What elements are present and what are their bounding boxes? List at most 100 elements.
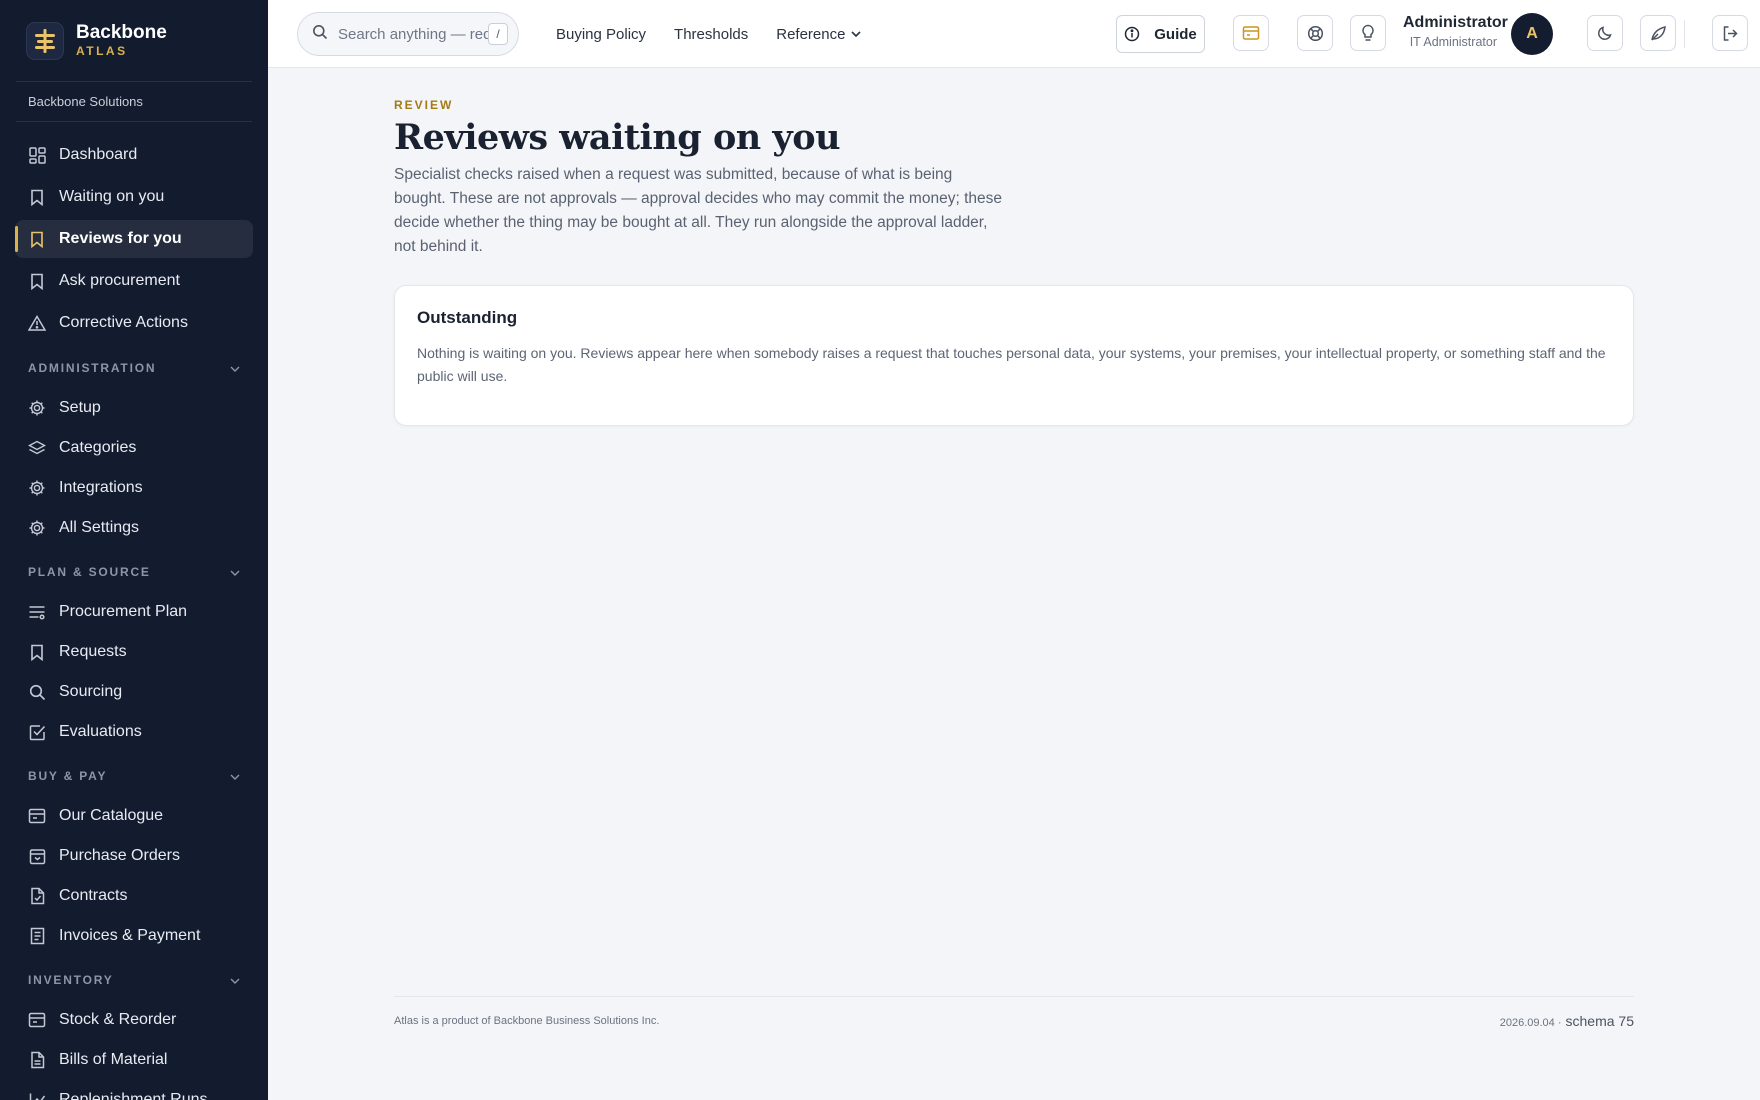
- sidebar-item-label: Purchase Orders: [59, 847, 180, 864]
- help-button[interactable]: [1297, 15, 1333, 51]
- sidebar-item-sourcing[interactable]: Sourcing: [15, 674, 253, 710]
- gear-icon: [28, 399, 46, 417]
- section-administration[interactable]: ADMINISTRATION: [15, 346, 253, 390]
- sidebar-item-all-settings[interactable]: All Settings: [15, 510, 253, 546]
- bookmark-icon: [28, 230, 46, 248]
- section-title: BUY & PAY: [28, 769, 108, 783]
- sidebar-item-label: Corrective Actions: [59, 314, 188, 331]
- section-inventory[interactable]: INVENTORY: [15, 958, 253, 1002]
- feedback-button[interactable]: [1640, 15, 1676, 51]
- sidebar-item-corrective-actions[interactable]: Corrective Actions: [15, 304, 253, 342]
- section-title: INVENTORY: [28, 973, 114, 987]
- card-title: Outstanding: [417, 308, 518, 327]
- search-placeholder: Search anything — req: [338, 25, 488, 43]
- section-plan-and-source[interactable]: PLAN & SOURCE: [15, 550, 253, 594]
- sidebar-item-stock-and-reorder[interactable]: Stock & Reorder: [15, 1002, 253, 1038]
- sidebar-item-label: Replenishment Runs: [59, 1091, 208, 1100]
- brand-name: Backbone: [76, 22, 167, 43]
- sidebar-item-waiting-on-you[interactable]: Waiting on you: [15, 178, 253, 216]
- gear-icon: [28, 479, 46, 497]
- chevron-down-icon: [851, 31, 862, 37]
- sidebar-item-label: Waiting on you: [59, 188, 165, 205]
- schema-version: schema 75: [1565, 1013, 1634, 1029]
- sidebar-item-label: Procurement Plan: [59, 603, 188, 620]
- brand[interactable]: Backbone ATLAS: [16, 0, 252, 82]
- sidebar-item-purchase-orders[interactable]: Purchase Orders: [15, 838, 253, 874]
- search-icon: [28, 683, 46, 701]
- sidebar-item-invoices-and-payment[interactable]: Invoices & Payment: [15, 918, 253, 954]
- order-box-icon: [28, 847, 46, 865]
- bookmark-icon: [28, 188, 46, 206]
- theme-toggle-button[interactable]: [1587, 15, 1623, 51]
- search-input[interactable]: Search anything — req /: [297, 12, 519, 56]
- moon-icon: [1597, 25, 1613, 41]
- nav-link-thresholds[interactable]: Thresholds: [674, 26, 748, 43]
- wallet-button[interactable]: [1233, 15, 1269, 51]
- sidebar-item-label: Our Catalogue: [59, 807, 164, 824]
- sidebar-item-label: Integrations: [59, 479, 143, 496]
- nav-link-buying-policy[interactable]: Buying Policy: [556, 26, 646, 43]
- dashboard-icon: [28, 146, 46, 164]
- user-info[interactable]: Administrator IT Administrator: [1403, 14, 1508, 49]
- organization-name[interactable]: Backbone Solutions: [16, 82, 252, 122]
- page-eyebrow: REVIEW: [394, 98, 454, 112]
- sidebar-item-requests[interactable]: Requests: [15, 634, 253, 670]
- sidebar-item-replenishment-runs[interactable]: Replenishment Runs: [15, 1082, 253, 1100]
- sidebar-item-dashboard[interactable]: Dashboard: [15, 136, 253, 174]
- sidebar-item-setup[interactable]: Setup: [15, 390, 253, 426]
- lifebuoy-icon: [1307, 25, 1324, 42]
- chart-icon: [28, 1091, 46, 1100]
- sidebar-item-reviews-for-you[interactable]: Reviews for you: [15, 220, 253, 258]
- catalogue-icon: [28, 1011, 46, 1029]
- sidebar-item-bills-of-material[interactable]: Bills of Material: [15, 1042, 253, 1078]
- sidebar-item-categories[interactable]: Categories: [15, 430, 253, 466]
- main-content: REVIEW Reviews waiting on you Specialist…: [394, 68, 1634, 426]
- bookmark-icon: [28, 272, 46, 290]
- empty-state-text: Nothing is waiting on you. Reviews appea…: [417, 345, 1606, 384]
- sidebar-item-label: Stock & Reorder: [59, 1011, 177, 1028]
- info-icon: [1124, 26, 1147, 42]
- sidebar-item-label: Requests: [59, 643, 127, 660]
- sidebar-item-label: Ask procurement: [59, 272, 180, 289]
- sidebar-item-label: Bills of Material: [59, 1051, 168, 1068]
- sidebar-item-label: All Settings: [59, 519, 140, 536]
- user-name: Administrator: [1403, 14, 1508, 31]
- list-settings-icon: [28, 603, 46, 621]
- contract-file-icon: [28, 887, 46, 905]
- sidebar-item-integrations[interactable]: Integrations: [15, 470, 253, 506]
- search-icon: [312, 24, 328, 45]
- invoice-icon: [28, 927, 46, 945]
- footer: Atlas is a product of Backbone Business …: [394, 996, 1634, 1046]
- bookmark-icon: [28, 643, 46, 661]
- chevron-down-icon: [230, 973, 240, 987]
- sidebar-item-our-catalogue[interactable]: Our Catalogue: [15, 798, 253, 834]
- guide-button[interactable]: Guide: [1116, 15, 1205, 53]
- version-date: 2026.09.04 ·: [1499, 1017, 1562, 1029]
- section-title: PLAN & SOURCE: [28, 565, 151, 579]
- sign-out-button[interactable]: [1712, 15, 1748, 51]
- guide-label: Guide: [1154, 25, 1197, 43]
- chevron-down-icon: [230, 769, 240, 783]
- lightbulb-icon: [1361, 24, 1375, 42]
- outstanding-card: Outstanding Nothing is waiting on you. R…: [394, 285, 1634, 426]
- nav-link-reference[interactable]: Reference: [776, 26, 862, 43]
- top-nav: Buying Policy Thresholds Reference: [556, 0, 862, 68]
- sidebar-item-evaluations[interactable]: Evaluations: [15, 714, 253, 750]
- ideas-button[interactable]: [1350, 15, 1386, 51]
- sidebar-item-procurement-plan[interactable]: Procurement Plan: [15, 594, 253, 630]
- sidebar-item-contracts[interactable]: Contracts: [15, 878, 253, 914]
- avatar[interactable]: A: [1511, 13, 1553, 55]
- wallet-icon: [1242, 25, 1260, 41]
- sidebar-item-ask-procurement[interactable]: Ask procurement: [15, 262, 253, 300]
- topbar: Search anything — req / Buying Policy Th…: [268, 0, 1760, 68]
- sidebar-item-label: Categories: [59, 439, 137, 456]
- sidebar: Backbone ATLAS Backbone Solutions Dashbo…: [0, 0, 268, 1100]
- sidebar-item-label: Invoices & Payment: [59, 927, 201, 944]
- brand-subtitle: ATLAS: [76, 44, 128, 58]
- sidebar-nav: Dashboard Waiting on you Reviews for you…: [0, 136, 268, 1100]
- chevron-down-icon: [230, 565, 240, 579]
- leaf-icon: [1650, 25, 1667, 42]
- section-buy-and-pay[interactable]: BUY & PAY: [15, 754, 253, 798]
- search-shortcut-key: /: [488, 23, 508, 45]
- chevron-down-icon: [230, 361, 240, 375]
